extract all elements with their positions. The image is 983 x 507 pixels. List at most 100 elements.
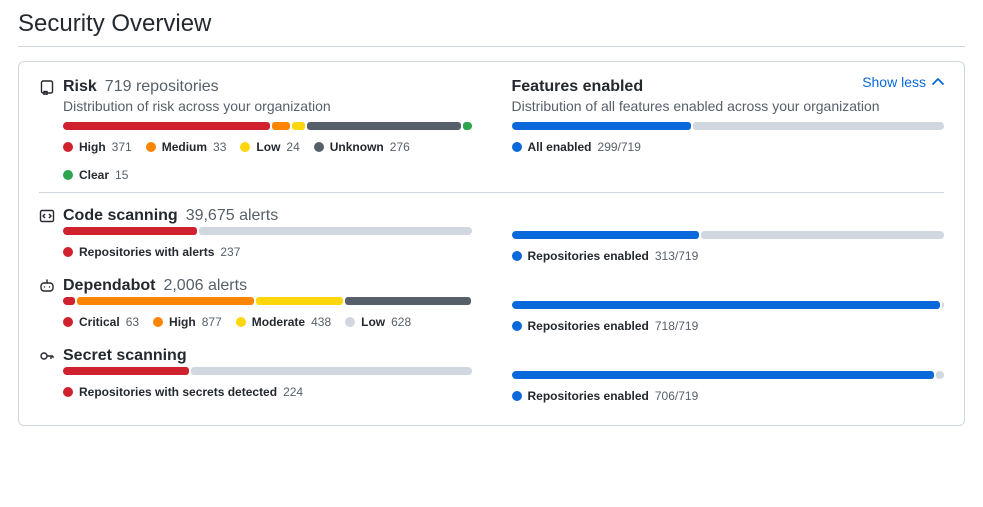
bar-segment: [693, 122, 944, 130]
legend-label: All enabled: [528, 140, 592, 154]
legend-item[interactable]: Repositories enabled 718/719: [512, 319, 699, 333]
bar-segment: [512, 122, 691, 130]
risk-section: Risk 719 repositories Distribution of ri…: [39, 78, 472, 182]
chevron-up-icon: [930, 74, 946, 90]
codescan-count: 39,675 alerts: [186, 207, 279, 225]
bar-segment: [512, 301, 940, 309]
legend-item[interactable]: Clear 15: [63, 168, 128, 182]
dependabot-right: Repositories enabled 718/719: [512, 277, 945, 333]
bar-segment: [307, 122, 461, 130]
legend-dot: [512, 251, 522, 261]
legend-value: 313/719: [655, 249, 698, 263]
bar-segment: [701, 231, 944, 239]
page-title: Security Overview: [18, 10, 965, 47]
bar-segment: [936, 371, 944, 379]
legend-dot: [63, 317, 73, 327]
legend-value: 718/719: [655, 319, 698, 333]
legend-value: 877: [202, 315, 222, 329]
bar-segment: [292, 122, 305, 130]
legend-dot: [63, 387, 73, 397]
legend-label: Clear: [79, 168, 109, 182]
legend-dot: [314, 142, 324, 152]
features-legend: All enabled299/719: [512, 140, 945, 154]
codescan-right-bar: [512, 231, 945, 239]
secretscan-left-bar: [63, 367, 472, 375]
dependabot-title: Dependabot: [63, 277, 155, 295]
legend-label: Repositories enabled: [528, 319, 649, 333]
bar-segment: [345, 297, 471, 305]
risk-count: 719 repositories: [105, 78, 219, 96]
legend-dot: [153, 317, 163, 327]
legend-dot: [146, 142, 156, 152]
legend-dot: [236, 317, 246, 327]
risk-subtitle: Distribution of risk across your organiz…: [63, 98, 472, 114]
codescan-title: Code scanning: [63, 207, 178, 225]
legend-label: Critical: [79, 315, 120, 329]
risk-bar: [63, 122, 472, 130]
bar-segment: [463, 122, 471, 130]
legend-item[interactable]: Moderate 438: [236, 315, 331, 329]
legend-label: Medium: [162, 140, 207, 154]
dependabot-left-bar: [63, 297, 472, 305]
legend-item[interactable]: Repositories enabled706/719: [512, 389, 699, 403]
risk-title: Risk: [63, 78, 97, 96]
legend-dot: [512, 321, 522, 331]
legend-item[interactable]: Repositories enabled 313/719: [512, 249, 699, 263]
legend-label: High: [169, 315, 196, 329]
show-less-label: Show less: [862, 74, 926, 90]
secretscan-title: Secret scanning: [63, 347, 187, 365]
secretscan-right-bar: [512, 371, 945, 379]
features-section: Features enabled Distribution of all fea…: [512, 78, 945, 182]
legend-item[interactable]: Medium 33: [146, 140, 227, 154]
legend-value: 15: [115, 168, 128, 182]
key-icon: [39, 348, 55, 364]
legend-value: 224: [283, 385, 303, 399]
bar-segment: [191, 367, 471, 375]
legend-item[interactable]: Low 24: [240, 140, 299, 154]
bar-segment: [63, 367, 189, 375]
legend-value: 438: [311, 315, 331, 329]
legend-dot: [345, 317, 355, 327]
repo-icon: [39, 79, 55, 95]
codescan-section: Code scanning 39,675 alerts Repositories…: [39, 207, 472, 263]
legend-item[interactable]: All enabled299/719: [512, 140, 641, 154]
legend-dot: [63, 142, 73, 152]
legend-label: High: [79, 140, 106, 154]
show-less-button[interactable]: Show less: [862, 74, 946, 90]
dependabot-section: Dependabot 2,006 alerts Critical63High87…: [39, 277, 472, 333]
legend-value: 628: [391, 315, 411, 329]
dependabot-icon: [39, 278, 55, 294]
legend-value: 63: [126, 315, 139, 329]
legend-dot: [63, 247, 73, 257]
dependabot-right-bar: [512, 301, 945, 309]
legend-label: Repositories enabled: [528, 249, 649, 263]
codescan-left-bar: [63, 227, 472, 235]
bar-segment: [63, 122, 270, 130]
legend-label: Repositories with alerts: [79, 245, 214, 259]
legend-value: 276: [390, 140, 410, 154]
legend-item[interactable]: High371: [63, 140, 132, 154]
risk-legend: High371 Medium 33 Low 24 Unknown276 Clear 15: [63, 140, 472, 182]
secretscan-section: Secret scanning Repositories with secret…: [39, 347, 472, 403]
bar-segment: [272, 122, 290, 130]
legend-value: 33: [213, 140, 226, 154]
legend-item[interactable]: High 877: [153, 315, 222, 329]
legend-item[interactable]: Low628: [345, 315, 411, 329]
legend-label: Low: [256, 140, 280, 154]
legend-item[interactable]: Critical 63: [63, 315, 139, 329]
bar-segment: [512, 231, 699, 239]
bar-segment: [942, 301, 944, 309]
legend-label: Repositories enabled: [528, 389, 649, 403]
legend-value: 237: [220, 245, 240, 259]
legend-value: 24: [286, 140, 299, 154]
dependabot-right-legend: Repositories enabled 718/719: [512, 319, 945, 333]
legend-item[interactable]: Repositories with secrets detected 224: [63, 385, 303, 399]
bar-segment: [199, 227, 471, 235]
legend-label: Moderate: [252, 315, 305, 329]
legend-label: Repositories with secrets detected: [79, 385, 277, 399]
legend-item[interactable]: Repositories with alerts 237: [63, 245, 240, 259]
overview-card: Show less Risk 719 repositories Distribu…: [18, 61, 965, 426]
legend-item[interactable]: Unknown276: [314, 140, 410, 154]
codescan-right: Repositories enabled 313/719: [512, 207, 945, 263]
code-scan-icon: [39, 208, 55, 224]
